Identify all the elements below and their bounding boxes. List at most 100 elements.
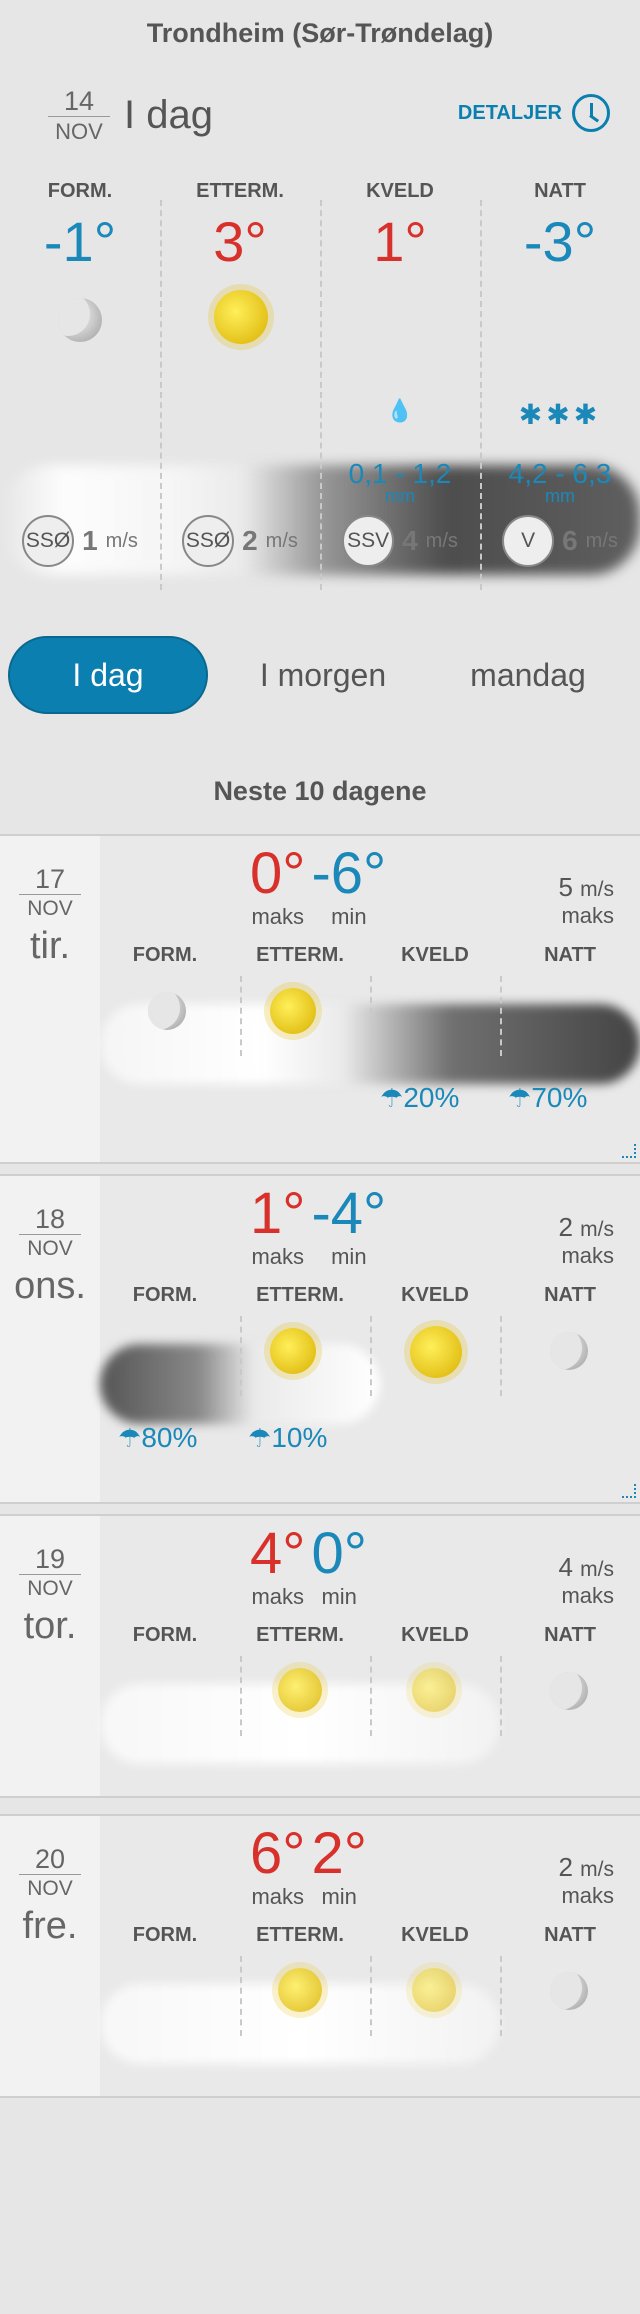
wind-afternoon: SSØ 2 m/s <box>160 515 320 567</box>
tab-today[interactable]: I dag <box>8 636 208 714</box>
rain-percent: 10% <box>271 1422 328 1453</box>
max-label: maks <box>251 1244 304 1269</box>
wind-morning: SSØ 1 m/s <box>0 515 160 567</box>
min-label: min <box>321 1884 357 1909</box>
wind-unit: m/s <box>265 529 298 552</box>
rain-percent: 70% <box>531 1082 588 1113</box>
col-label: NATT <box>544 1624 596 1646</box>
umbrella-icon: ☂ <box>380 1083 404 1113</box>
divider <box>370 976 372 1056</box>
day-temps: 6° maks 2° min <box>250 1824 367 1910</box>
clock-icon <box>572 94 610 132</box>
forecast-day[interactable]: 19 NOV tor. 4° maks 0° min 4 m/s maks FORM… <box>0 1514 640 1798</box>
day-temps: 1° maks -4° min <box>250 1184 386 1270</box>
col-label: ETTERM. <box>256 1624 344 1646</box>
max-label: maks <box>251 1584 304 1609</box>
period-label: ETTERM. <box>196 180 284 202</box>
divider <box>500 976 502 1056</box>
max-temp: 4° <box>250 1521 306 1586</box>
moon-icon <box>550 1332 588 1370</box>
precip-unit: mm <box>545 486 575 506</box>
period-temp: 3° <box>213 210 267 273</box>
col-label: FORM. <box>132 1924 198 1946</box>
rain-chance-afternoon: ☂10% <box>248 1422 327 1454</box>
today-label: I dag <box>124 93 213 137</box>
max-wind: 2 m/s maks <box>558 1212 614 1269</box>
tab-monday[interactable]: mandag <box>428 636 628 714</box>
day-number: 20 <box>19 1844 81 1875</box>
sun-icon <box>214 290 268 344</box>
divider <box>370 1956 372 2036</box>
col-label: NATT <box>544 1284 596 1306</box>
period-label: FORM. <box>47 180 113 202</box>
forecast-day[interactable]: 17 NOV tir. 0° maks -6° min 5 m/s maks FOR… <box>0 834 640 1164</box>
expand-handle-icon[interactable] <box>622 1484 636 1498</box>
wind-unit: m/s <box>580 1218 614 1241</box>
tab-tomorrow[interactable]: I morgen <box>223 636 423 714</box>
precip-unit: mm <box>385 486 415 506</box>
wind-unit: m/s <box>425 529 458 552</box>
divider <box>240 1656 242 1736</box>
wind-speed: 4 <box>402 525 418 556</box>
day-temps: 0° maks -6° min <box>250 844 386 930</box>
period-label: NATT <box>534 180 586 202</box>
raindrop-icon: 💧 <box>386 398 414 423</box>
max-wind: 2 m/s maks <box>558 1852 614 1909</box>
wind-direction-icon: SSØ <box>182 515 235 567</box>
sun-icon <box>270 988 316 1034</box>
period-temp: -3° <box>523 210 597 273</box>
max-label: maks <box>251 904 304 929</box>
snowflake-icon: ✱✱✱ <box>518 399 602 430</box>
today-day: 14 <box>48 86 110 117</box>
max-temp: 6° <box>250 1821 306 1886</box>
min-label: min <box>331 1244 367 1269</box>
min-temp: -4° <box>311 1181 387 1246</box>
forecast-day[interactable]: 18 NOV ons. 1° maks -4° min 2 m/s maks FOR… <box>0 1174 640 1504</box>
moon-icon <box>58 298 102 342</box>
wind-unit: m/s <box>585 529 618 552</box>
today-month: NOV <box>55 119 103 144</box>
col-label: FORM. <box>132 1284 198 1306</box>
sun-icon <box>278 1968 322 2012</box>
sun-icon <box>412 1968 456 2012</box>
period-temp: 1° <box>373 210 427 273</box>
day-date: 19 NOV tor. <box>0 1516 100 1796</box>
col-label: KVELD <box>401 944 469 966</box>
wind-label: maks <box>561 1583 614 1608</box>
day-month: NOV <box>27 1877 73 1900</box>
wind-unit: m/s <box>580 1858 614 1881</box>
forecast-day[interactable]: 20 NOV fre. 6° maks 2° min 2 m/s maks FORM… <box>0 1814 640 2098</box>
wind-speed: 6 <box>562 525 578 556</box>
wind-label: maks <box>561 1883 614 1908</box>
max-wind: 5 m/s maks <box>558 872 614 929</box>
min-temp: -6° <box>311 841 387 906</box>
divider <box>370 1656 372 1736</box>
divider <box>240 1316 242 1396</box>
min-temp: 0° <box>311 1521 367 1586</box>
expand-handle-icon[interactable] <box>622 1144 636 1158</box>
wind-value: 5 <box>558 872 573 902</box>
day-temps: 4° maks 0° min <box>250 1524 367 1610</box>
col-label: NATT <box>544 1924 596 1946</box>
moon-icon <box>550 1972 588 2010</box>
wind-value: 4 <box>558 1552 573 1582</box>
details-button[interactable]: DETALJER <box>458 94 610 132</box>
sun-icon <box>278 1668 322 1712</box>
moon-icon <box>550 1672 588 1710</box>
wind-label: maks <box>561 1243 614 1268</box>
divider <box>500 1316 502 1396</box>
sun-icon <box>412 1668 456 1712</box>
rain-chance-night: ☂70% <box>508 1082 587 1114</box>
wind-direction-icon: SSV <box>342 515 395 567</box>
wind-unit: m/s <box>580 878 614 901</box>
day-number: 19 <box>19 1544 81 1575</box>
wind-direction-icon: V <box>502 515 555 567</box>
next-days-heading: Neste 10 dagene <box>213 776 427 806</box>
col-label: ETTERM. <box>256 1284 344 1306</box>
moon-icon <box>148 992 186 1030</box>
col-label: FORM. <box>132 1624 198 1646</box>
max-temp: 1° <box>250 1181 306 1246</box>
wind-value: 2 <box>558 1852 573 1882</box>
rain-chance-evening: ☂20% <box>380 1082 459 1114</box>
day-tabs: I dag I morgen mandag <box>8 636 632 714</box>
